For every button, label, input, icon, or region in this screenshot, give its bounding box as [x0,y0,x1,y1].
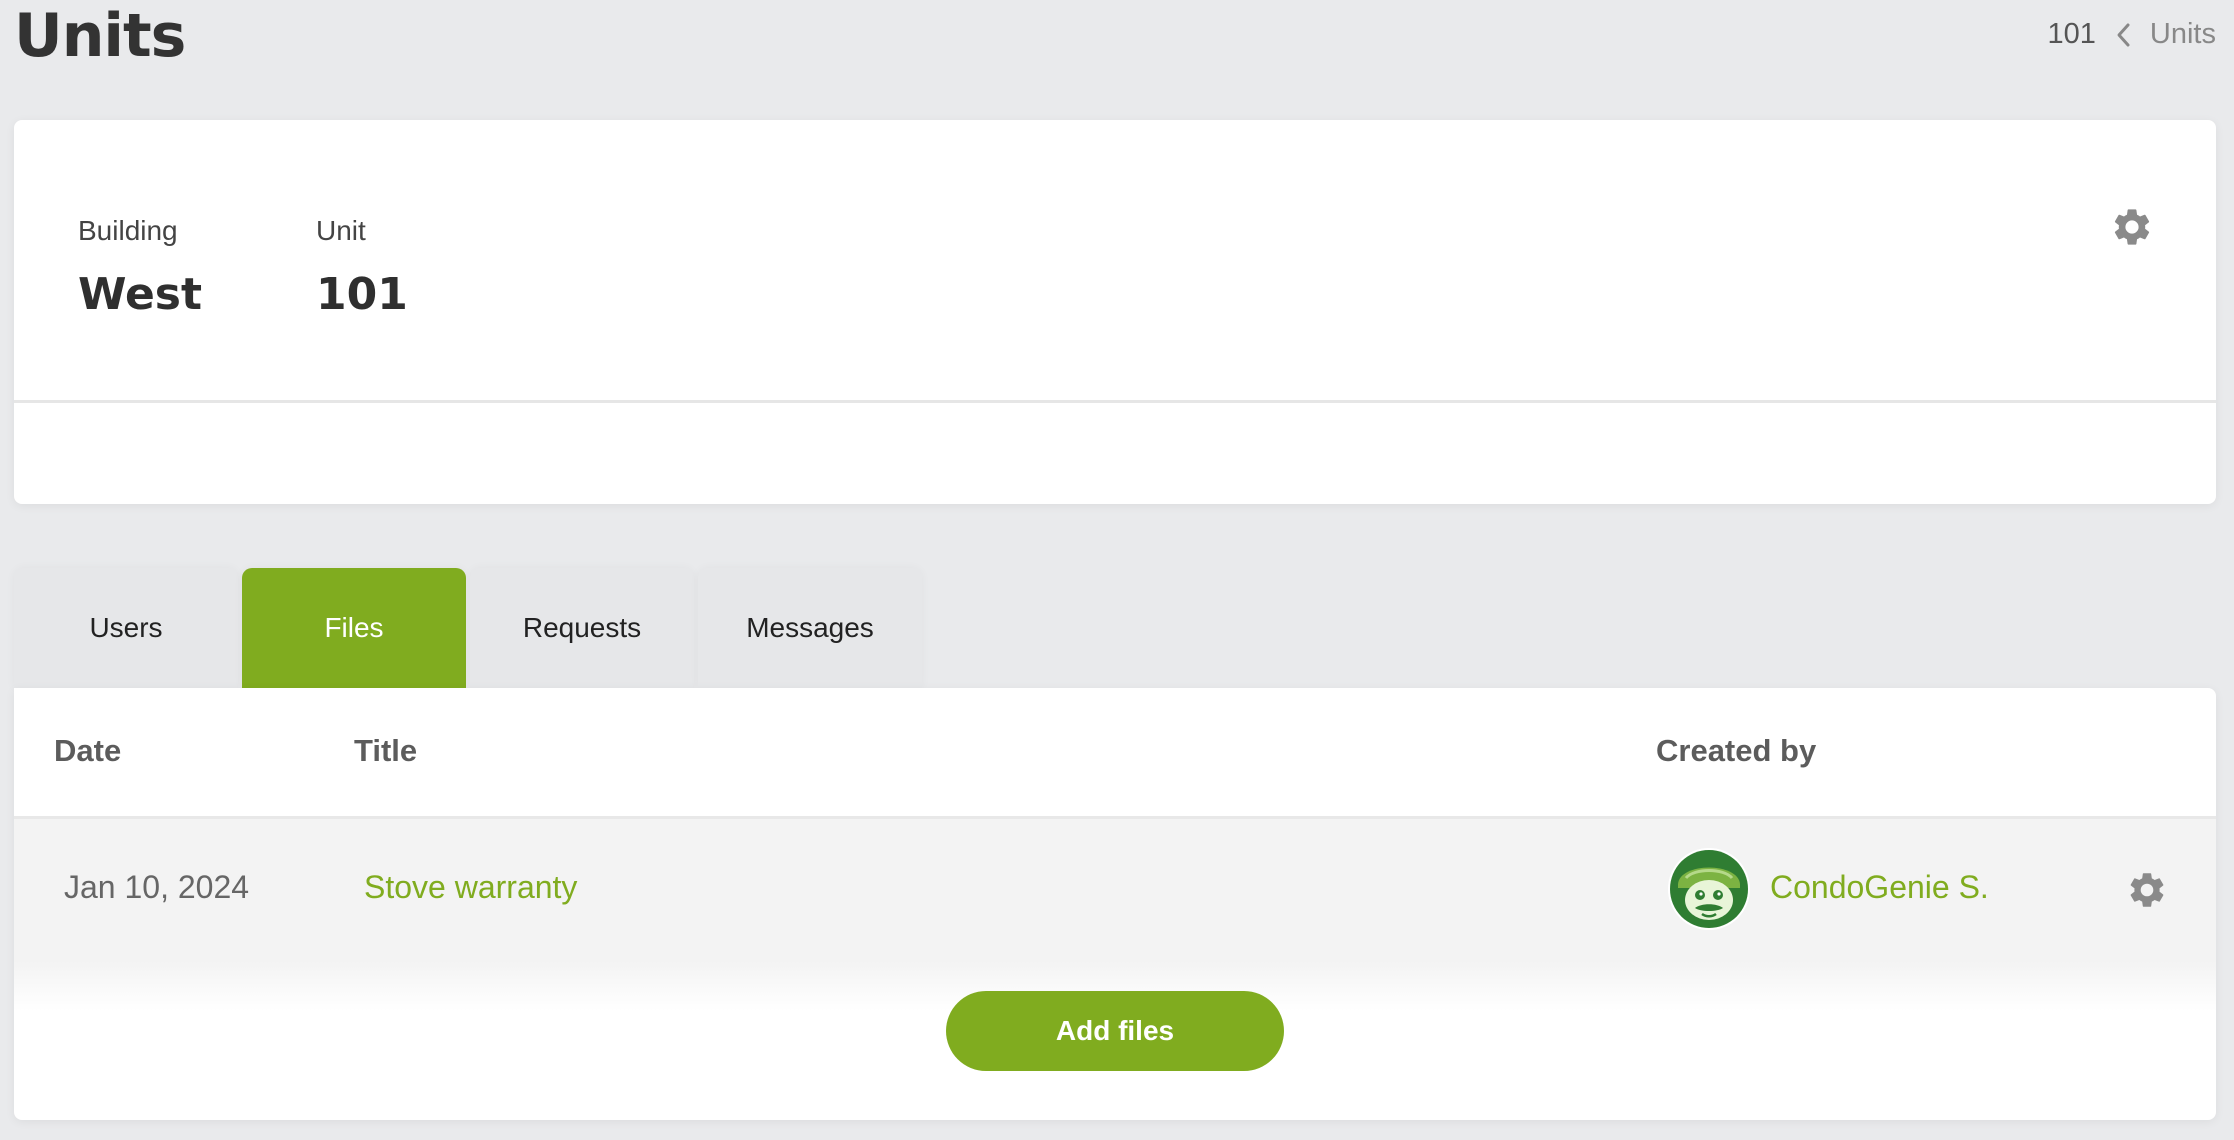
gear-icon[interactable] [2110,205,2154,249]
building-label: Building [78,215,178,246]
file-date: Jan 10, 2024 [64,869,250,905]
gear-icon[interactable] [2126,869,2168,911]
building-field: Building West [78,215,202,320]
condogenie-avatar-icon [1668,848,1750,930]
tab-files[interactable]: Files [242,568,466,688]
tab-users[interactable]: Users [14,568,238,688]
unit-label: Unit [316,215,366,246]
breadcrumb-link-units[interactable]: Units [2150,18,2216,51]
page-title: Units [14,1,186,71]
unit-info-card: Building West Unit 101 [14,120,2216,504]
files-panel: Date Title Created by Jan 10, 2024 Stove… [14,688,2216,1120]
file-title-link[interactable]: Stove warranty [364,869,577,906]
tab-messages[interactable]: Messages [698,568,922,688]
created-by-link[interactable]: CondoGenie S. [1770,869,1989,906]
chevron-left-icon [2117,23,2130,46]
table-header: Date Title Created by [14,688,2216,819]
card-divider [14,400,2216,403]
breadcrumb-current: 101 [2047,18,2096,50]
unit-field: Unit 101 [316,215,408,320]
add-files-button[interactable]: Add files [946,991,1284,1071]
building-value: West [78,269,203,320]
tab-bar: Users Files Requests Messages [14,568,922,688]
column-header-title[interactable]: Title [354,733,417,769]
column-header-date[interactable]: Date [54,733,121,769]
column-header-created-by[interactable]: Created by [1656,733,1816,769]
unit-value: 101 [316,269,408,320]
table-row: Jan 10, 2024 Stove warranty CondoGenie S… [14,819,2216,961]
tab-requests[interactable]: Requests [470,568,694,688]
breadcrumb: 101 Units [2048,18,2216,51]
